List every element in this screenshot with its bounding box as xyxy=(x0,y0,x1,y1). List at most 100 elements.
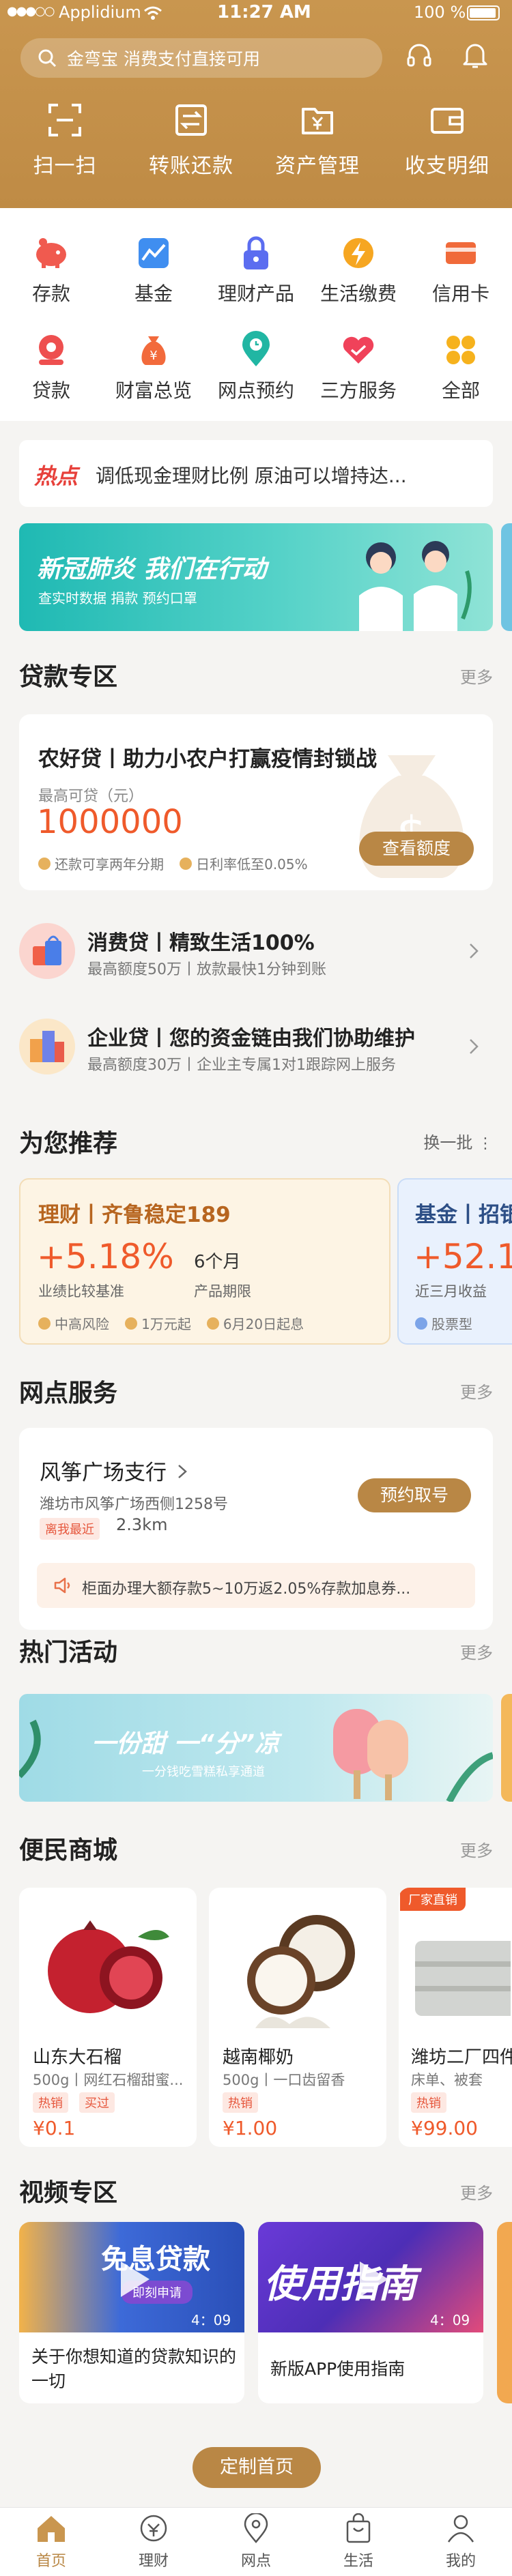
check-icon xyxy=(180,857,193,870)
activities-title: 热门活动 xyxy=(19,1639,118,1667)
mall-item[interactable]: 越南椰奶 500g丨一口齿留香 热销 ¥1.00 xyxy=(209,1888,386,2147)
tab-finance[interactable]: 理财 xyxy=(102,2513,205,2571)
mall-item-name: 山东大石榴 xyxy=(33,2047,122,2068)
mall-item-tag: 热销 xyxy=(223,2092,258,2113)
mall-item-desc: 床单、被套 xyxy=(411,2072,483,2088)
quick-action-label: 扫一扫 xyxy=(33,154,97,178)
next-video-peek xyxy=(497,2222,512,2403)
signal-icon: ●●●○○ xyxy=(7,4,55,18)
recommend-tag: 6月20日起息 xyxy=(206,1313,304,1333)
recommend-card-tags: 中高风险 1万元起 6月20日起息 xyxy=(38,1313,316,1333)
service-bills[interactable]: 生活缴费 xyxy=(307,234,410,306)
service-third-party[interactable]: 三方服务 xyxy=(307,331,410,403)
refresh-button[interactable]: 换一批 ⋮ xyxy=(423,1129,493,1153)
tab-me[interactable]: 我的 xyxy=(410,2513,512,2571)
video-section-more[interactable]: 更多 xyxy=(460,2180,493,2204)
recommend-card-fund[interactable]: 基金丨招银 +52.18 近三月收益 股票型 xyxy=(397,1178,512,1345)
chevron-right-icon xyxy=(178,1465,187,1478)
loan-section-more[interactable]: 更多 xyxy=(460,664,493,688)
search-input[interactable]: 金弯宝 消费支付直接可用 xyxy=(20,38,382,78)
service-credit-card[interactable]: 信用卡 xyxy=(410,234,512,306)
quick-action-scan[interactable]: 扫一扫 xyxy=(14,102,116,179)
recommend-card-term: 6个月 xyxy=(194,1252,241,1272)
mall-item-price: ¥99.00 xyxy=(411,2117,478,2139)
mall-more[interactable]: 更多 xyxy=(460,1837,493,1861)
mall-item-desc: 500g丨网红石榴甜蜜... xyxy=(33,2072,184,2088)
status-bar: ●●●○○ Applidium 11:27 AM 100 % xyxy=(0,0,512,27)
life-bag-icon xyxy=(346,2513,371,2543)
loan-tag: 日利率低至0.05% xyxy=(180,853,308,873)
quick-action-assets[interactable]: 资产管理 xyxy=(266,102,369,179)
epidemic-banner[interactable]: 新冠肺炎 我们在行动 查实时数据 捐款 预约口罩 xyxy=(19,523,493,631)
check-icon xyxy=(206,1317,219,1330)
grid-icon xyxy=(446,336,475,364)
quick-action-label: 资产管理 xyxy=(275,154,360,178)
loan-main-card[interactable]: $ 农好贷丨助力小农户打赢疫情封锁战 最高可贷（元） 1000000 还款可享两… xyxy=(19,714,493,890)
service-label: 全部 xyxy=(441,379,480,402)
service-deposit[interactable]: 存款 xyxy=(0,234,102,306)
mall-item-desc: 500g丨一口齿留香 xyxy=(223,2072,345,2088)
carrier: Applidium xyxy=(59,3,141,22)
money-bag-icon: ¥ xyxy=(141,336,166,365)
banner-subtitle: 查实时数据 捐款 预约口罩 xyxy=(38,590,197,606)
service-all[interactable]: 全部 xyxy=(410,331,512,403)
check-icon xyxy=(38,1317,51,1330)
buildings-icon xyxy=(19,1019,75,1074)
recommend-title: 为您推荐 xyxy=(19,1130,118,1158)
video-card[interactable]: 免息贷款 即刻申请 4：09 关于你想知道的贷款知识的一切 xyxy=(19,2222,244,2403)
service-loan[interactable]: 贷款 xyxy=(0,331,102,403)
loan-icon xyxy=(39,335,63,365)
bell-icon[interactable] xyxy=(461,41,489,71)
branch-section-more[interactable]: 更多 xyxy=(460,1379,493,1403)
recommend-card-rate-label: 近三月收益 xyxy=(415,1283,487,1300)
recommend-card-wealth[interactable]: 理财丨齐鲁稳定189 +5.18% 业绩比较基准 6个月 产品期限 中高风险 1… xyxy=(19,1178,390,1345)
bedding-image xyxy=(415,1941,511,2016)
check-icon xyxy=(38,857,51,870)
tab-home[interactable]: 首页 xyxy=(0,2513,102,2571)
scan-icon xyxy=(48,104,81,136)
headset-icon[interactable] xyxy=(406,42,433,70)
service-label: 存款 xyxy=(31,282,70,305)
quick-action-statement[interactable]: 收支明细 xyxy=(396,102,498,179)
consumer-loan-item[interactable]: 消费贷丨精致生活100% 最高额度50万丨放款最快1分钟到账 xyxy=(0,904,512,993)
service-label: 理财产品 xyxy=(217,282,294,305)
search-icon xyxy=(38,49,57,68)
branch-name-link[interactable]: 风筝广场支行 xyxy=(40,1455,188,1486)
check-limit-button[interactable]: 查看额度 xyxy=(359,832,474,866)
activities-more[interactable]: 更多 xyxy=(460,1639,493,1663)
mall-item[interactable]: 厂家直销 潍坊二厂四件 床单、被套 热销 ¥99.00 xyxy=(399,1888,512,2147)
mall-item-price: ¥1.00 xyxy=(223,2117,278,2139)
mall-item-name: 潍坊二厂四件 xyxy=(411,2047,512,2068)
book-number-button[interactable]: 预约取号 xyxy=(358,1478,471,1512)
recommend-card-tags: 股票型 xyxy=(415,1313,485,1333)
loan-tag: 还款可享两年分期 xyxy=(38,853,164,873)
branch-notice[interactable]: 柜面办理大额存款5~10万返2.05%存款加息券... xyxy=(37,1563,475,1608)
fund-chart-icon xyxy=(139,238,169,268)
tab-branch[interactable]: 网点 xyxy=(205,2512,307,2571)
service-fund[interactable]: 基金 xyxy=(102,234,205,306)
recommend-tag: 中高风险 xyxy=(38,1313,109,1333)
shopping-bags-icon xyxy=(19,923,75,979)
loan-section-title: 贷款专区 xyxy=(19,663,118,691)
video-card[interactable]: 使用指南 4：09 新版APP使用指南 xyxy=(258,2222,483,2403)
piggy-bank-icon xyxy=(36,238,66,268)
play-icon xyxy=(360,2262,388,2297)
service-wealth-overview[interactable]: ¥ 财富总览 xyxy=(102,331,205,403)
customize-home-button[interactable]: 定制首页 xyxy=(193,2447,321,2488)
business-loan-item[interactable]: 企业贷丨您的资金链由我们协助维护 最高额度30万丨企业主专属1对1跟踪网上服务 xyxy=(0,999,512,1088)
speaker-icon xyxy=(54,1577,70,1594)
activity-banner[interactable]: 一份甜 一“分”凉 一分钱吃雪糕私享通道 xyxy=(19,1694,493,1802)
ice-cream-icon xyxy=(333,1709,408,1800)
hot-news-bar[interactable]: 热点 调低现金理财比例 原油可以增持达... xyxy=(19,440,493,507)
video-title: 新版APP使用指南 xyxy=(270,2359,406,2379)
heart-icon xyxy=(343,336,374,364)
service-branch-booking[interactable]: 网点预约 xyxy=(205,331,307,403)
mall-item[interactable]: 山东大石榴 500g丨网红石榴甜蜜... 热销 买过 ¥0.1 xyxy=(19,1888,197,2147)
location-icon xyxy=(244,2512,268,2543)
service-wealth-products[interactable]: 理财产品 xyxy=(205,234,307,306)
recommend-tag-text: 中高风险 xyxy=(55,1316,109,1332)
play-icon xyxy=(121,2262,150,2297)
branch-address: 潍坊市风筝广场西侧1258号 xyxy=(40,1496,228,1513)
tab-life[interactable]: 生活 xyxy=(307,2513,410,2571)
quick-action-transfer[interactable]: 转账还款 xyxy=(140,102,242,179)
